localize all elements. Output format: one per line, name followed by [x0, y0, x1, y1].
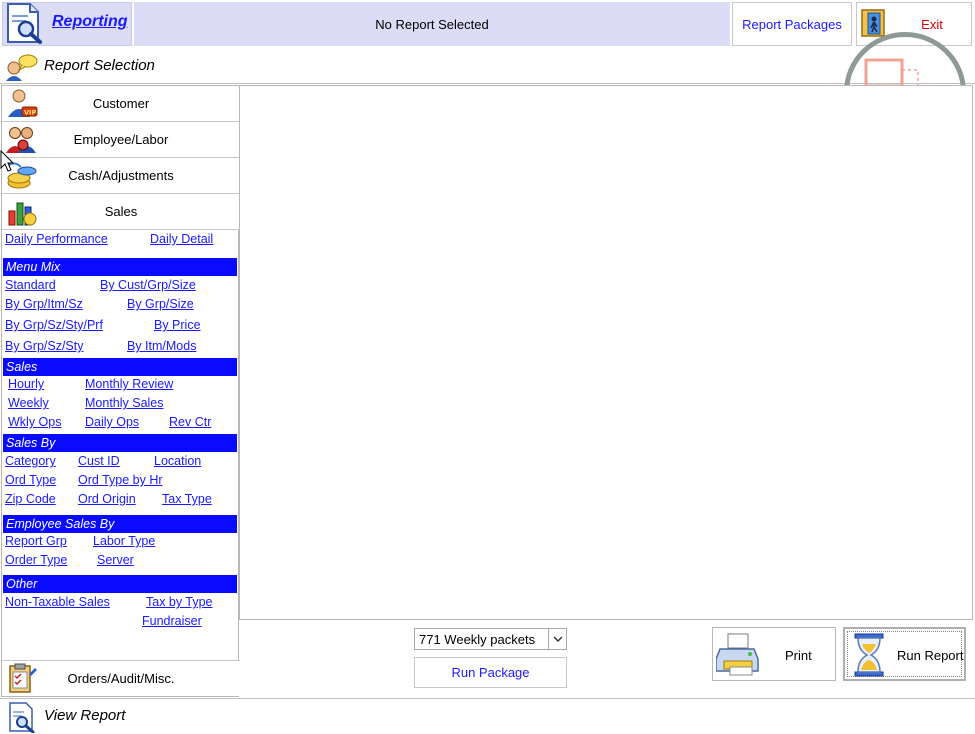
link-daily-detail[interactable]: Daily Detail — [150, 232, 213, 246]
link-non-taxable-sales[interactable]: Non-Taxable Sales — [5, 595, 110, 609]
run-package-button[interactable]: Run Package — [414, 657, 567, 688]
report-selection-title: Report Selection — [44, 57, 155, 74]
run-report-button[interactable]: Run Report — [843, 627, 966, 681]
orders-clipboard-icon — [9, 663, 37, 693]
report-status: No Report Selected — [134, 2, 730, 46]
link-standard[interactable]: Standard — [5, 278, 56, 292]
link-tax-type[interactable]: Tax Type — [162, 492, 212, 506]
link-by-cust-grp-size[interactable]: By Cust/Grp/Size — [100, 278, 196, 292]
link-daily-ops[interactable]: Daily Ops — [85, 415, 139, 429]
link-ord-origin[interactable]: Ord Origin — [78, 492, 136, 506]
category-employee-button[interactable]: Employee/Labor — [2, 122, 240, 158]
link-report-grp[interactable]: Report Grp — [5, 534, 67, 548]
link-location[interactable]: Location — [154, 454, 201, 468]
section-menu-mix: Menu Mix — [3, 258, 237, 276]
link-by-grp-itm-sz[interactable]: By Grp/Itm/Sz — [5, 297, 83, 311]
mouse-cursor-icon — [0, 150, 14, 172]
link-ord-type-by-hr[interactable]: Ord Type by Hr — [78, 473, 163, 487]
link-hourly[interactable]: Hourly — [8, 377, 44, 391]
category-sales-button[interactable]: Sales — [2, 194, 240, 230]
link-zip-code[interactable]: Zip Code — [5, 492, 56, 506]
report-package-value: 771 Weekly packets — [419, 632, 536, 647]
link-server[interactable]: Server — [97, 553, 134, 567]
link-rev-ctr[interactable]: Rev Ctr — [169, 415, 211, 429]
link-by-itm-mods[interactable]: By Itm/Mods — [127, 339, 196, 353]
report-display-area — [239, 85, 973, 620]
print-button[interactable]: Print — [712, 627, 836, 681]
exit-label: Exit — [921, 16, 943, 32]
link-category[interactable]: Category — [5, 454, 56, 468]
view-report-title: View Report — [44, 707, 126, 724]
link-by-grp-size[interactable]: By Grp/Size — [127, 297, 194, 311]
link-weekly[interactable]: Weekly — [8, 396, 49, 410]
category-cash-button[interactable]: Cash/Adjustments — [2, 158, 240, 194]
chevron-down-icon[interactable] — [548, 629, 566, 649]
app-title-link[interactable]: Reporting — [52, 13, 128, 31]
category-cash-label: Cash/Adjustments — [68, 168, 174, 183]
link-cust-id[interactable]: Cust ID — [78, 454, 120, 468]
svg-text:VIP: VIP — [24, 109, 36, 117]
link-order-type[interactable]: Order Type — [5, 553, 67, 567]
view-report-icon — [9, 702, 35, 733]
link-fundraiser[interactable]: Fundraiser — [142, 614, 202, 628]
report-package-select[interactable]: 771 Weekly packets — [414, 628, 567, 650]
link-ord-type[interactable]: Ord Type — [5, 473, 56, 487]
link-tax-by-type[interactable]: Tax by Type — [146, 595, 212, 609]
section-employee-sales-by: Employee Sales By — [3, 515, 237, 533]
section-sales: Sales — [3, 358, 237, 376]
category-customer-label: Customer — [92, 96, 150, 111]
section-sales-by: Sales By — [3, 434, 237, 452]
category-customer-button[interactable]: VIP Customer — [2, 86, 240, 122]
print-label: Print — [785, 648, 812, 663]
link-monthly-sales[interactable]: Monthly Sales — [85, 396, 164, 410]
link-by-grp-sz-sty[interactable]: By Grp/Sz/Sty — [5, 339, 84, 353]
category-orders-label: Orders/Audit/Misc. — [67, 671, 175, 686]
category-orders-button[interactable]: Orders/Audit/Misc. — [2, 660, 240, 696]
link-by-grp-sz-sty-prf[interactable]: By Grp/Sz/Sty/Prf — [5, 318, 103, 332]
exit-door-icon — [861, 9, 885, 37]
printer-icon — [716, 633, 759, 676]
view-report-header — [0, 698, 975, 734]
hourglass-icon — [854, 633, 884, 677]
link-wkly-ops[interactable]: Wkly Ops — [8, 415, 61, 429]
link-monthly-review[interactable]: Monthly Review — [85, 377, 173, 391]
sales-chart-icon — [8, 202, 37, 226]
category-employee-label: Employee/Labor — [73, 132, 169, 147]
customer-vip-icon: VIP — [8, 89, 38, 117]
category-sales-label: Sales — [104, 204, 138, 219]
link-by-price[interactable]: By Price — [154, 318, 201, 332]
report-packages-button[interactable]: Report Packages — [732, 2, 852, 46]
people-chat-icon — [6, 54, 38, 81]
report-category-panel: VIP Customer Employee/Labor Cash/Adjustm… — [1, 85, 240, 697]
section-other: Other — [3, 575, 237, 593]
link-daily-performance[interactable]: Daily Performance — [5, 232, 108, 246]
link-labor-type[interactable]: Labor Type — [93, 534, 155, 548]
report-magnifier-icon — [7, 3, 42, 44]
run-report-label: Run Report — [897, 648, 964, 663]
